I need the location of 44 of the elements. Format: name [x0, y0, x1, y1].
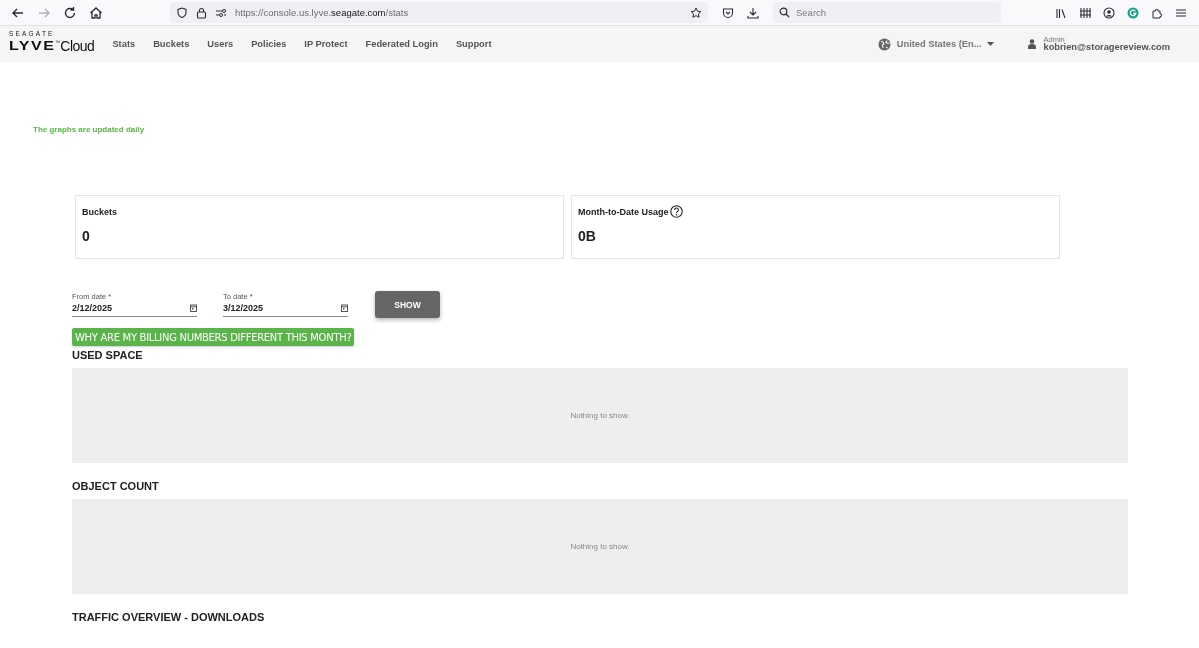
section-title: TRAFFIC OVERVIEW - DOWNLOADS [72, 610, 266, 625]
card-title: Month-to-Date Usage [578, 206, 669, 217]
person-icon [1028, 39, 1037, 49]
notice-text: The graphs are updated daily [33, 125, 146, 135]
nav-link[interactable]: Support [446, 35, 501, 53]
bars-icon[interactable] [1079, 6, 1091, 19]
puzzle-icon[interactable] [1151, 6, 1163, 19]
card-value: 0 [82, 228, 91, 244]
pocket-icon[interactable] [722, 6, 734, 19]
date-field[interactable]: 2/12/2025 [72, 303, 197, 317]
section-title: USED SPACE [72, 348, 144, 363]
star-icon[interactable] [690, 6, 702, 19]
calendar-icon[interactable] [341, 304, 348, 312]
shield-icon[interactable] [176, 6, 188, 19]
account-icon[interactable] [1103, 6, 1115, 19]
user-email[interactable]: kobrien@storagereview.com [1043, 43, 1170, 53]
card-value: 0B [578, 228, 597, 244]
library-icon[interactable] [1055, 6, 1067, 19]
menu-icon[interactable] [1175, 6, 1187, 19]
empty-message: Nothing to show. [570, 542, 630, 551]
empty-message: Nothing to show. [570, 411, 630, 420]
card-title: Buckets [82, 206, 117, 217]
caret-icon[interactable] [987, 42, 995, 46]
section-title: OBJECT COUNT [72, 479, 160, 494]
calendar-icon[interactable] [190, 304, 197, 312]
globe-icon [877, 37, 891, 51]
nav-link[interactable]: Federated Login [356, 35, 447, 53]
nav-link[interactable]: IP Protect [295, 35, 357, 53]
nav-link[interactable]: Buckets [144, 35, 199, 53]
search-field[interactable]: Search [773, 2, 1001, 23]
lock-icon[interactable] [196, 6, 207, 19]
reload-icon[interactable] [62, 4, 78, 21]
region-selector[interactable]: United States (En... [896, 39, 982, 49]
show-button[interactable]: SHOW [375, 291, 440, 318]
extension-g-icon[interactable] [1127, 6, 1139, 19]
permissions-icon[interactable] [215, 7, 227, 18]
nav-link[interactable]: Stats [103, 35, 145, 53]
nav-link[interactable]: Policies [242, 35, 296, 53]
nav-link[interactable]: Users [198, 35, 243, 53]
search-icon [779, 7, 790, 18]
download-icon[interactable] [747, 6, 759, 19]
url-text[interactable]: https://console.us.lyve.seagate.com/stats [235, 7, 409, 18]
date-field[interactable]: 3/12/2025 [223, 303, 348, 317]
help-icon[interactable] [669, 205, 683, 218]
